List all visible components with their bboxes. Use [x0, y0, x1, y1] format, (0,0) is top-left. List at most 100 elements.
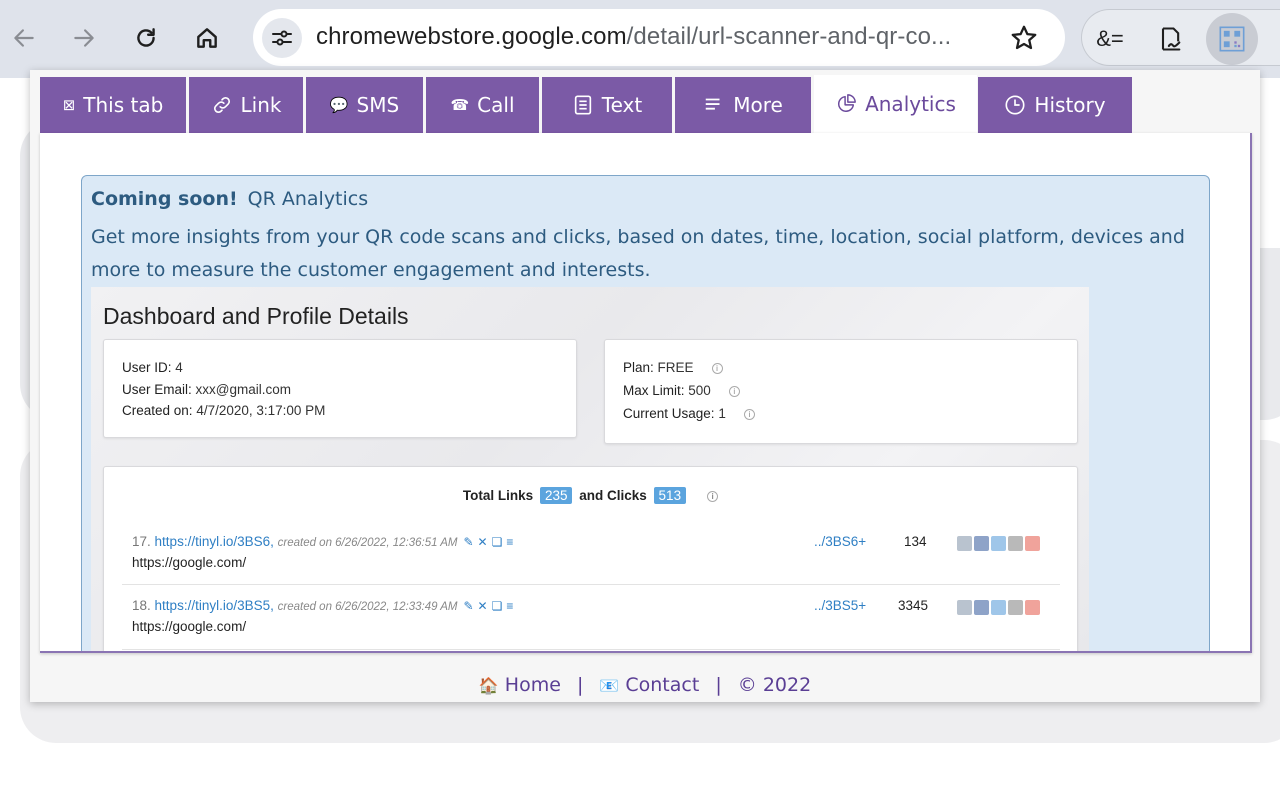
tab-label: Analytics: [865, 92, 956, 116]
arrow-right-icon: [74, 29, 94, 47]
tab-analytics[interactable]: Analytics: [814, 75, 977, 133]
user-email-label: User Email:: [122, 382, 192, 397]
url-host: chromewebstore.google.com: [316, 23, 627, 50]
tune-icon: [272, 30, 292, 46]
created-on-value: 4/7/2020, 3:17:00 PM: [196, 403, 326, 418]
reload-button[interactable]: [127, 19, 165, 57]
email-icon: [1008, 600, 1023, 615]
row-created-meta: created on 6/26/2022, 12:36:51 AM: [277, 537, 458, 549]
reload-icon: [137, 28, 155, 47]
address-bar[interactable]: chromewebstore.google.com/detail/url-sca…: [253, 9, 1065, 66]
analytics-panel: Coming soon! QR Analytics Get more insigh…: [40, 133, 1252, 653]
row-number: 18.: [132, 598, 151, 613]
short-link: https://tinyl.io/3BS6,: [154, 534, 274, 549]
total-links-label: Total Links: [462, 488, 534, 503]
link-row-target: https://google.com/: [132, 555, 247, 570]
facebook-icon: [974, 536, 989, 551]
row-action-icons: ✎✕❏≡: [463, 599, 518, 613]
analytics-description: Get more insights from your QR code scan…: [91, 226, 1185, 281]
plan-label: Plan:: [623, 360, 654, 375]
pie-chart-icon: [838, 94, 856, 112]
analytics-title: QR Analytics: [247, 188, 369, 210]
tab-call[interactable]: ☎ Call: [426, 77, 539, 133]
coming-soon-label: Coming soon!: [91, 188, 238, 210]
tab-sms[interactable]: 💬 SMS: [306, 77, 423, 133]
user-email-value: xxx@gmail.com: [195, 382, 292, 397]
current-usage-line: Current Usage: 1 i: [623, 406, 755, 421]
copy-icon: [957, 600, 972, 615]
document-icon: [574, 95, 591, 115]
plan-value: FREE: [657, 360, 694, 375]
amp-icon: &=: [1096, 26, 1124, 51]
extension-sign-button[interactable]: [1150, 19, 1190, 59]
mailbox-icon: 📧: [599, 676, 620, 695]
max-limit-label: Max Limit:: [623, 383, 685, 398]
forward-button[interactable]: [65, 19, 103, 57]
current-usage-label: Current Usage:: [623, 406, 715, 421]
row-divider: [122, 584, 1060, 585]
share-icons: [957, 600, 1040, 615]
tab-label: This tab: [83, 93, 164, 117]
qr-code-icon: [1219, 26, 1245, 52]
tab-label: History: [1034, 93, 1106, 117]
created-on-label: Created on:: [122, 403, 193, 418]
extension-qr-button[interactable]: [1206, 13, 1258, 65]
footer-separator: |: [576, 674, 584, 696]
totals-line: Total Links 235 and Clicks 513 i: [104, 487, 1077, 504]
tab-link[interactable]: Link: [189, 77, 303, 133]
contact-link[interactable]: Contact: [625, 674, 699, 696]
info-icon: i: [707, 491, 719, 502]
dashboard-preview-image: Dashboard and Profile Details User ID: 4…: [91, 287, 1089, 651]
home-link[interactable]: Home: [505, 674, 561, 696]
total-clicks-badge: 513: [653, 487, 687, 504]
extension-amp-button[interactable]: &=: [1090, 19, 1130, 59]
tab-label: More: [733, 93, 783, 117]
user-email-line: User Email: xxx@gmail.com: [122, 382, 291, 397]
google-plus-icon: [1025, 600, 1040, 615]
tab-history[interactable]: History: [978, 77, 1132, 133]
chat-icon: 💬: [329, 96, 349, 114]
tab-text[interactable]: Text: [542, 77, 672, 133]
link-icon: [213, 96, 230, 114]
tab-label: Text: [601, 93, 643, 117]
home-button[interactable]: [188, 19, 226, 57]
row-created-meta: created on 6/26/2022, 12:33:49 AM: [277, 601, 458, 613]
max-limit-value: 500: [688, 383, 711, 398]
tab-this-tab[interactable]: ⊠ This tab: [40, 77, 186, 133]
row-divider: [122, 649, 1060, 650]
back-button[interactable]: [5, 19, 43, 57]
user-id-line: User ID: 4: [122, 360, 183, 375]
site-info-button[interactable]: [262, 18, 302, 58]
bookmark-star-icon[interactable]: [1009, 23, 1039, 53]
twitter-icon: [991, 536, 1006, 551]
row-short-code: ../3BS6+: [814, 534, 867, 549]
tab-label: Call: [477, 93, 515, 117]
tab-label: SMS: [356, 93, 400, 117]
plan-line: Plan: FREE i: [623, 360, 723, 375]
tab-more[interactable]: More: [675, 77, 811, 133]
facebook-icon: [974, 600, 989, 615]
info-icon: i: [728, 386, 740, 397]
browser-toolbar: chromewebstore.google.com/detail/url-sca…: [0, 0, 1280, 78]
url-path: /detail/url-scanner-and-qr-co...: [626, 23, 952, 50]
arrow-left-icon: [14, 29, 34, 47]
links-card: Total Links 235 and Clicks 513 i 17. http…: [103, 466, 1078, 651]
info-icon: i: [711, 363, 723, 374]
short-link: https://tinyl.io/3BS5,: [154, 598, 274, 613]
twitter-icon: [991, 600, 1006, 615]
copyright-text: © 2022: [737, 674, 812, 696]
plan-card: Plan: FREE i Max Limit: 500 i Current Usag…: [604, 339, 1078, 444]
coming-soon-alert: Coming soon! QR Analytics Get more insigh…: [81, 175, 1210, 651]
profile-card: User ID: 4 User Email: xxx@gmail.com Cre…: [103, 339, 577, 438]
row-action-icons: ✎✕❏≡: [463, 535, 518, 549]
dashboard-title: Dashboard and Profile Details: [103, 303, 409, 329]
menu-icon: [705, 98, 720, 110]
row-number: 17.: [132, 534, 151, 549]
created-on-line: Created on: 4/7/2020, 3:17:00 PM: [122, 403, 325, 418]
email-icon: [1008, 536, 1023, 551]
alert-heading: Coming soon! QR Analytics: [91, 188, 368, 210]
home-icon: [197, 28, 217, 48]
user-id-label: User ID:: [122, 360, 172, 375]
url-text[interactable]: chromewebstore.google.com/detail/url-sca…: [316, 23, 951, 51]
copy-icon: [957, 536, 972, 551]
